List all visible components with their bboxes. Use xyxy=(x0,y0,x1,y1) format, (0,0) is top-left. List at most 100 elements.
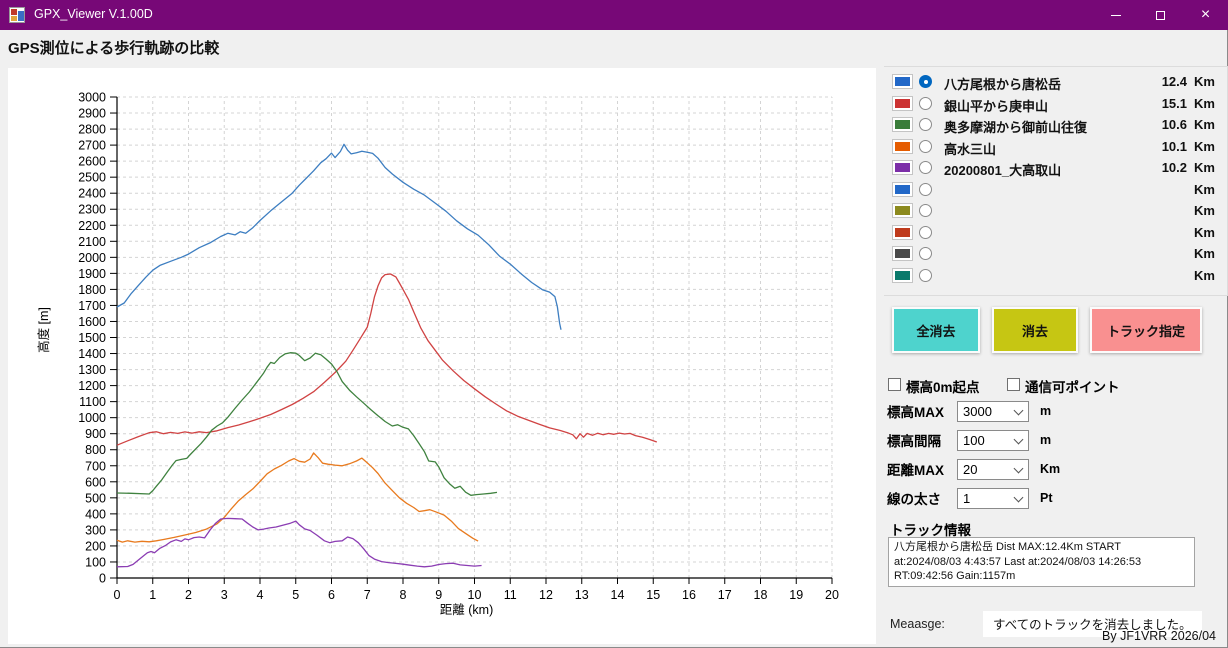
y-tick-label: 2500 xyxy=(78,171,106,185)
y-tick-label: 1300 xyxy=(78,363,106,377)
page-title: GPS測位による歩行軌跡の比較 xyxy=(8,37,219,58)
track-label: 八方尾根から唐松岳 xyxy=(944,74,1061,93)
close-button[interactable]: × xyxy=(1183,0,1228,30)
elev-max-select[interactable]: 3000 xyxy=(957,401,1029,422)
y-tick-label: 200 xyxy=(85,539,106,553)
x-tick-label: 4 xyxy=(257,588,264,602)
track-radio[interactable] xyxy=(919,204,932,217)
x-tick-label: 9 xyxy=(435,588,442,602)
x-tick-label: 12 xyxy=(539,588,553,602)
y-tick-label: 400 xyxy=(85,507,106,521)
track-color-swatch xyxy=(893,161,912,174)
y-tick-label: 800 xyxy=(85,443,106,457)
y-tick-label: 900 xyxy=(85,427,106,441)
elevation-chart: 0123456789101112131415161718192001002003… xyxy=(8,68,876,644)
y-tick-label: 1600 xyxy=(78,315,106,329)
y-tick-label: 2100 xyxy=(78,235,106,249)
track-distance: 10.6 xyxy=(1139,117,1187,132)
x-tick-label: 2 xyxy=(185,588,192,602)
track-radio[interactable] xyxy=(919,226,932,239)
y-tick-label: 100 xyxy=(85,555,106,569)
track-row: 八方尾根から唐松岳 12.4 Km xyxy=(884,72,1227,94)
track-list: 八方尾根から唐松岳12.4Km銀山平から庚申山15.1Km奥多摩湖から御前山往復… xyxy=(884,66,1228,296)
track-distance: 12.4 xyxy=(1139,74,1187,89)
x-axis-label: 距離 (km) xyxy=(440,603,493,617)
y-tick-label: 1900 xyxy=(78,267,106,281)
track-select-button[interactable]: トラック指定 xyxy=(1090,307,1202,353)
track-radio[interactable] xyxy=(919,247,932,260)
track-row: Km xyxy=(884,266,1227,288)
track-color-swatch xyxy=(893,97,912,110)
track-info-line: RT:09:42:56 Gain:1157m xyxy=(894,569,1189,584)
track-distance-unit: Km xyxy=(1194,117,1215,132)
track-color-swatch xyxy=(893,204,912,217)
track-radio[interactable] xyxy=(919,183,932,196)
track-distance-unit: Km xyxy=(1194,182,1215,197)
maximize-button[interactable] xyxy=(1138,0,1183,30)
x-tick-label: 8 xyxy=(400,588,407,602)
track-color-swatch xyxy=(893,118,912,131)
track-radio[interactable] xyxy=(919,161,932,174)
message-label: Meaasge: xyxy=(890,617,945,631)
track-radio[interactable] xyxy=(919,118,932,131)
chart-series-line xyxy=(117,274,657,445)
minimize-icon xyxy=(1111,15,1121,16)
track-radio[interactable] xyxy=(919,140,932,153)
y-tick-label: 300 xyxy=(85,523,106,537)
x-tick-label: 20 xyxy=(825,588,839,602)
track-distance-unit: Km xyxy=(1194,74,1215,89)
track-distance: 10.2 xyxy=(1139,160,1187,175)
dist-max-select[interactable]: 20 xyxy=(957,459,1029,480)
y-tick-label: 0 xyxy=(99,572,106,586)
elev-zero-origin-label: 標高0m起点 xyxy=(906,376,980,396)
y-tick-label: 2200 xyxy=(78,219,106,233)
track-distance: 15.1 xyxy=(1139,96,1187,111)
clear-button[interactable]: 消去 xyxy=(992,307,1078,353)
elev-max-label: 標高MAX xyxy=(887,401,944,421)
track-row: Km xyxy=(884,180,1227,202)
track-row: 奥多摩湖から御前山往復 10.6 Km xyxy=(884,115,1227,137)
minimize-button[interactable] xyxy=(1093,0,1138,30)
track-row: 20200801_大高取山10.2Km xyxy=(884,158,1227,180)
y-tick-label: 600 xyxy=(85,475,106,489)
track-distance-unit: Km xyxy=(1194,225,1215,240)
y-tick-label: 2300 xyxy=(78,203,106,217)
elev-interval-label: 標高間隔 xyxy=(887,430,941,450)
x-tick-label: 11 xyxy=(504,588,517,602)
x-tick-label: 13 xyxy=(575,588,589,602)
y-axis-label: 高度 [m] xyxy=(36,307,51,353)
chart-series-line xyxy=(117,353,497,496)
track-color-swatch xyxy=(893,269,912,282)
elev-zero-origin-checkbox[interactable] xyxy=(888,378,901,391)
track-distance: 10.1 xyxy=(1139,139,1187,154)
chart-panel: 0123456789101112131415161718192001002003… xyxy=(8,68,876,644)
x-tick-label: 6 xyxy=(328,588,335,602)
y-tick-label: 2700 xyxy=(78,139,106,153)
line-width-select[interactable]: 1 xyxy=(957,488,1029,509)
track-label: 銀山平から庚申山 xyxy=(944,96,1048,115)
elev-interval-select[interactable]: 100 xyxy=(957,430,1029,451)
x-tick-label: 16 xyxy=(682,588,696,602)
chart-series-line xyxy=(117,144,561,329)
track-label: 奥多摩湖から御前山往復 xyxy=(944,117,1087,136)
track-row: 銀山平から庚申山 15.1 Km xyxy=(884,94,1227,116)
track-row: Km xyxy=(884,223,1227,245)
comm-point-label: 通信可ポイント xyxy=(1025,376,1120,396)
chevron-down-icon xyxy=(1014,493,1024,503)
track-info-line: 八方尾根から唐松岳 Dist MAX:12.4Km START xyxy=(894,540,1189,555)
y-tick-label: 1700 xyxy=(78,299,106,313)
y-tick-label: 1500 xyxy=(78,331,106,345)
track-distance-unit: Km xyxy=(1194,96,1215,111)
clear-all-button[interactable]: 全消去 xyxy=(892,307,980,353)
track-color-swatch xyxy=(893,226,912,239)
track-info-line: at:2024/08/03 4:43:57 Last at:2024/08/03… xyxy=(894,555,1189,570)
track-radio[interactable] xyxy=(919,75,932,88)
track-radio[interactable] xyxy=(919,269,932,282)
chevron-down-icon xyxy=(1014,406,1024,416)
track-radio[interactable] xyxy=(919,97,932,110)
y-tick-label: 1800 xyxy=(78,283,106,297)
comm-point-checkbox[interactable] xyxy=(1007,378,1020,391)
track-info-textbox[interactable]: 八方尾根から唐松岳 Dist MAX:12.4Km STARTat:2024/0… xyxy=(888,537,1195,587)
track-distance-unit: Km xyxy=(1194,268,1215,283)
track-color-swatch xyxy=(893,183,912,196)
